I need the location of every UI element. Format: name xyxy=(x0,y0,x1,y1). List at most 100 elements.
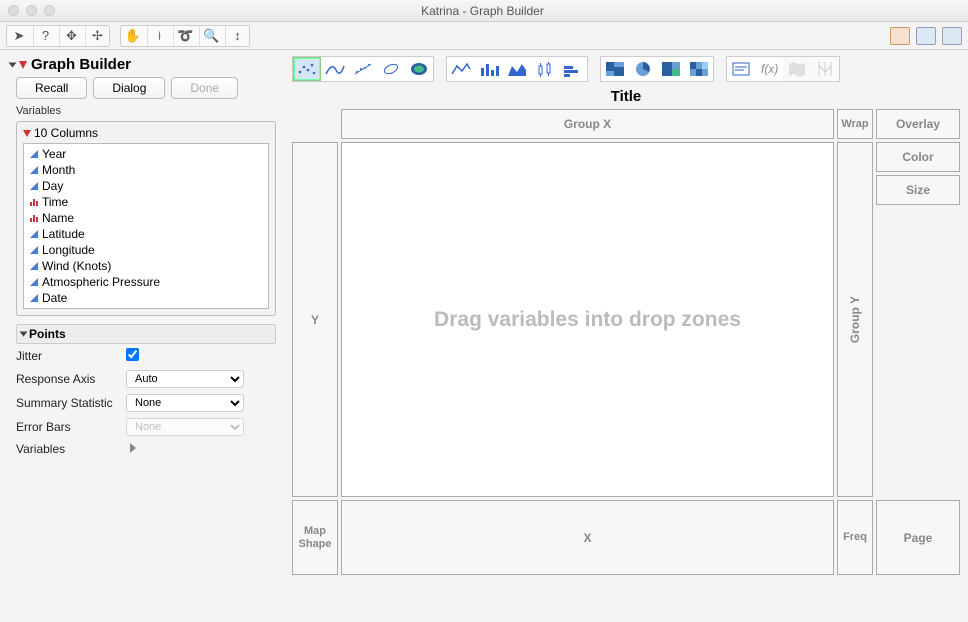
move-tool-icon[interactable]: ✢ xyxy=(85,26,109,46)
column-name: Year xyxy=(42,147,66,161)
ellipse-chart-icon[interactable] xyxy=(377,57,405,81)
caption-chart-icon[interactable] xyxy=(727,57,755,81)
tool-group-nav: ➤ ? ✥ ✢ xyxy=(6,25,110,47)
group-y-zone[interactable]: Group Y xyxy=(837,142,873,497)
disclosure-icon[interactable] xyxy=(20,332,28,337)
minimize-dot[interactable] xyxy=(26,5,37,16)
boxplot-chart-icon[interactable] xyxy=(531,57,559,81)
help-tool-icon[interactable]: ? xyxy=(33,26,57,46)
column-name: Time xyxy=(42,195,68,209)
page-zone[interactable]: Page xyxy=(876,500,960,575)
smoother-chart-icon[interactable] xyxy=(321,57,349,81)
color-zone[interactable]: Color xyxy=(876,142,960,172)
columns-icon[interactable] xyxy=(942,27,962,45)
parallel-chart-icon[interactable] xyxy=(811,57,839,81)
continuous-icon xyxy=(30,150,38,158)
column-item[interactable]: Year xyxy=(24,146,268,162)
map-chart-icon[interactable] xyxy=(783,57,811,81)
column-name: Latitude xyxy=(42,227,85,241)
column-item[interactable]: Name xyxy=(24,210,268,226)
contour-chart-icon[interactable] xyxy=(405,57,433,81)
chart-type-toolbar: f(x) xyxy=(292,56,960,82)
summary-statistic-select[interactable]: None xyxy=(126,394,244,412)
overlay-zone[interactable]: Overlay xyxy=(876,109,960,139)
mosaic-chart-icon[interactable] xyxy=(601,57,629,81)
brush-tool-icon[interactable]: ⟊ xyxy=(147,26,171,46)
y-zone[interactable]: Y xyxy=(292,142,338,497)
column-item[interactable]: Wind (Knots) xyxy=(24,258,268,274)
column-item[interactable]: Atmospheric Pressure xyxy=(24,274,268,290)
column-item[interactable]: Day xyxy=(24,178,268,194)
histogram-chart-icon[interactable] xyxy=(559,57,587,81)
column-name: Month xyxy=(42,163,75,177)
column-item[interactable]: Date xyxy=(24,290,268,306)
group-x-zone[interactable]: Group X xyxy=(341,109,834,139)
error-bars-select: None xyxy=(126,418,244,436)
map-shape-zone[interactable]: Map Shape xyxy=(292,500,338,575)
window-title: Katrina - Graph Builder xyxy=(55,4,910,18)
points-header: Points xyxy=(16,324,276,344)
column-item[interactable]: Longitude xyxy=(24,242,268,258)
red-triangle-icon[interactable] xyxy=(19,61,27,69)
toolbar-right-icons xyxy=(890,27,962,45)
main-toolbar: ➤ ? ✥ ✢ ✋ ⟊ ➰ 🔍 ↕ xyxy=(0,22,968,50)
area-chart-icon[interactable] xyxy=(503,57,531,81)
tool-group-select: ✋ ⟊ ➰ 🔍 ↕ xyxy=(120,25,250,47)
variables-label: Variables xyxy=(16,105,282,117)
done-button: Done xyxy=(171,77,238,99)
traffic-lights xyxy=(8,5,55,16)
heatmap-chart-icon[interactable] xyxy=(685,57,713,81)
jitter-checkbox[interactable] xyxy=(126,348,139,361)
crosshair-tool-icon[interactable]: ✥ xyxy=(59,26,83,46)
arrow-tool-icon[interactable]: ➤ xyxy=(7,26,31,46)
table-icon[interactable] xyxy=(916,27,936,45)
disclosure-icon[interactable] xyxy=(9,62,17,67)
lineoffit-chart-icon[interactable] xyxy=(349,57,377,81)
action-buttons: Recall Dialog Done xyxy=(16,77,282,99)
section-title: Graph Builder xyxy=(31,56,131,73)
size-zone[interactable]: Size xyxy=(876,175,960,205)
treemap-chart-icon[interactable] xyxy=(657,57,685,81)
graph-builder-grid: Group X Wrap Overlay Color Size Y Drag v… xyxy=(292,109,960,575)
bar-chart-icon[interactable] xyxy=(475,57,503,81)
line-chart-icon[interactable] xyxy=(447,57,475,81)
continuous-icon xyxy=(30,182,38,190)
column-item[interactable]: Month xyxy=(24,162,268,178)
continuous-icon xyxy=(30,294,38,302)
script-icon[interactable] xyxy=(890,27,910,45)
response-axis-select[interactable]: Auto xyxy=(126,370,244,388)
column-name: Atmospheric Pressure xyxy=(42,275,160,289)
nominal-icon xyxy=(30,214,38,222)
column-item[interactable]: Time xyxy=(24,194,268,210)
close-dot[interactable] xyxy=(8,5,19,16)
column-name: Wind (Knots) xyxy=(42,259,111,273)
response-axis-label: Response Axis xyxy=(16,372,126,386)
dialog-button[interactable]: Dialog xyxy=(93,77,165,99)
zoom-dot[interactable] xyxy=(44,5,55,16)
hand-tool-icon[interactable]: ✋ xyxy=(121,26,145,46)
x-zone[interactable]: X xyxy=(341,500,834,575)
recall-button[interactable]: Recall xyxy=(16,77,87,99)
lasso-tool-icon[interactable]: ➰ xyxy=(173,26,197,46)
pie-chart-icon[interactable] xyxy=(629,57,657,81)
jitter-label: Jitter xyxy=(16,349,126,363)
wrap-zone[interactable]: Wrap xyxy=(837,109,873,139)
canvas-zone[interactable]: Drag variables into drop zones xyxy=(341,142,834,497)
red-triangle-icon[interactable] xyxy=(23,130,31,137)
continuous-icon xyxy=(30,166,38,174)
graph-title[interactable]: Title xyxy=(292,88,960,105)
expand-arrow-icon[interactable] xyxy=(130,443,136,453)
columns-count-label: 10 Columns xyxy=(34,126,98,140)
freq-zone[interactable]: Freq xyxy=(837,500,873,575)
continuous-icon xyxy=(30,246,38,254)
column-item[interactable]: Latitude xyxy=(24,226,268,242)
points-variables-label: Variables xyxy=(16,442,126,456)
section-header: Graph Builder xyxy=(10,56,282,73)
continuous-icon xyxy=(30,230,38,238)
points-chart-icon[interactable] xyxy=(293,57,321,81)
zoom-tool-icon[interactable]: 🔍 xyxy=(199,26,223,46)
formula-chart-icon[interactable]: f(x) xyxy=(755,57,783,81)
nominal-icon xyxy=(30,198,38,206)
reset-tool-icon[interactable]: ↕ xyxy=(225,26,249,46)
error-bars-label: Error Bars xyxy=(16,420,126,434)
